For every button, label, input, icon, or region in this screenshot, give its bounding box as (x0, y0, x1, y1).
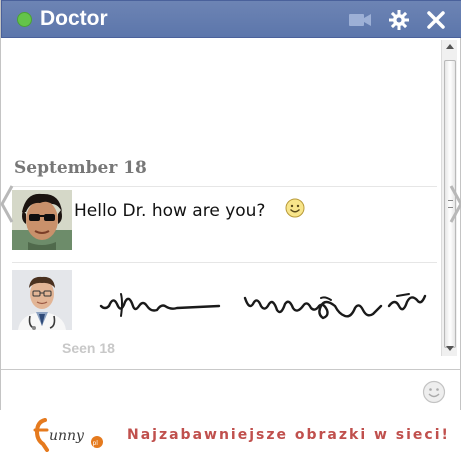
svg-text:pl: pl (93, 440, 99, 447)
divider (12, 186, 437, 187)
online-status-icon (17, 12, 32, 27)
date-separator: September 18 (14, 158, 147, 178)
young-man-sunglasses-avatar (12, 190, 72, 250)
message-row: Seen 18 (4, 268, 441, 356)
chevron-left-icon[interactable] (0, 184, 15, 224)
message-list[interactable]: September 18 Hello Dr. how are you? Seen… (4, 40, 441, 356)
message-input[interactable] (1, 369, 460, 410)
message-row: Hello Dr. how are you? (4, 188, 441, 258)
handwriting-scribble (99, 293, 427, 320)
avatar[interactable] (12, 270, 72, 330)
watermark-bar: unny pl Najzabawniejsze obrazki w sieci! (0, 410, 461, 456)
watermark-slogan: Najzabawniejsze obrazki w sieci! (127, 427, 450, 443)
chat-titlebar[interactable]: Doctor (1, 0, 461, 38)
doctor-avatar (12, 270, 72, 330)
gear-icon[interactable] (387, 9, 411, 31)
emoticon-picker-icon[interactable] (422, 380, 446, 404)
chevron-right-icon[interactable] (448, 184, 461, 224)
video-call-icon[interactable] (348, 9, 372, 31)
svg-text:unny: unny (49, 428, 85, 444)
faded-status-text: Seen 18 (62, 340, 115, 356)
divider (12, 262, 437, 263)
scroll-up-icon[interactable] (446, 44, 454, 49)
smiley-icon (285, 198, 305, 218)
scroll-down-icon[interactable] (446, 346, 454, 351)
message-text: Hello Dr. how are you? (74, 201, 266, 221)
chat-window: Doctor September 18 Hello Dr. how are yo… (0, 0, 461, 410)
close-icon[interactable] (424, 9, 448, 31)
chat-title[interactable]: Doctor (40, 6, 108, 32)
avatar[interactable] (12, 190, 72, 250)
funny-logo: unny pl (33, 418, 103, 452)
